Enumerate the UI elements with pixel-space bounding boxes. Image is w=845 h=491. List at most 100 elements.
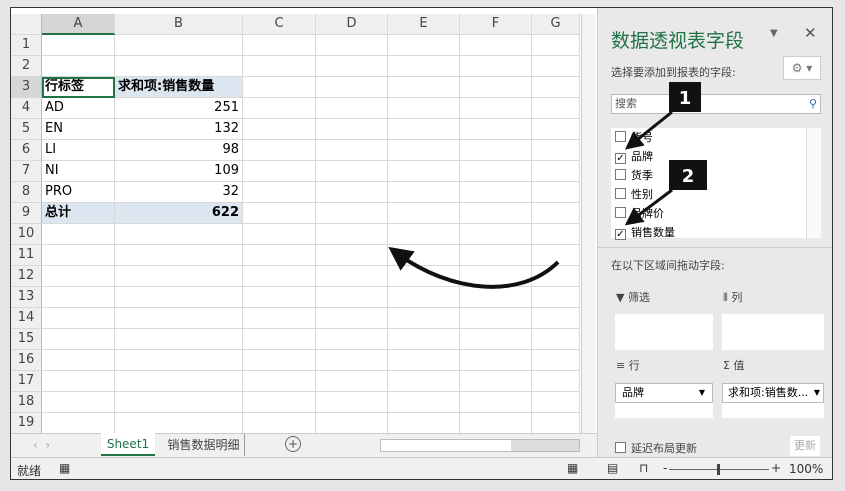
field-item[interactable]: 货号 [611,128,821,147]
cell[interactable] [42,56,115,77]
cell[interactable] [388,329,460,350]
row-header[interactable]: 14 [11,308,42,329]
cell[interactable] [388,140,460,161]
field-item[interactable]: ✓ 销售数量 [611,223,821,242]
cell[interactable] [42,350,115,371]
cell[interactable] [243,371,316,392]
row-header[interactable]: 3 [11,77,42,98]
page-break-icon[interactable]: ⊓ [639,461,648,475]
cell[interactable] [388,287,460,308]
cell[interactable] [388,56,460,77]
cell[interactable] [532,77,580,98]
cell[interactable] [243,98,316,119]
rows-field-pill[interactable]: 品牌 ▼ [615,383,713,403]
cell[interactable] [388,392,460,413]
cell[interactable] [460,35,532,56]
cell[interactable]: 251 [115,98,243,119]
cell[interactable] [243,77,316,98]
cell[interactable] [316,371,388,392]
page-layout-icon[interactable]: ▤ [607,461,618,475]
cell[interactable] [243,266,316,287]
row-header[interactable]: 4 [11,98,42,119]
cell[interactable] [532,98,580,119]
cell[interactable] [316,287,388,308]
cell[interactable] [42,371,115,392]
row-header[interactable]: 18 [11,392,42,413]
cell[interactable]: 32 [115,182,243,203]
cell[interactable] [243,56,316,77]
cell[interactable] [460,203,532,224]
cell[interactable] [316,98,388,119]
column-header-B[interactable]: B [115,14,243,35]
column-header-G[interactable]: G [532,14,580,35]
cell[interactable] [532,182,580,203]
cell[interactable]: PRO [42,182,115,203]
cell[interactable] [243,308,316,329]
cell[interactable] [243,161,316,182]
cell[interactable] [388,77,460,98]
row-header[interactable]: 6 [11,140,42,161]
cell[interactable] [316,392,388,413]
cell[interactable] [243,224,316,245]
cell[interactable] [316,413,388,434]
cell[interactable]: 总计 [42,203,115,224]
gear-tools-button[interactable]: ⚙ ▾ [783,56,821,80]
cell[interactable] [316,224,388,245]
cell[interactable]: 109 [115,161,243,182]
defer-layout-checkbox[interactable]: 延迟布局更新 [615,440,697,456]
cell[interactable] [460,413,532,434]
close-icon[interactable]: ✕ [804,24,817,42]
cell[interactable] [460,98,532,119]
cell[interactable] [460,77,532,98]
cell[interactable] [460,182,532,203]
add-sheet-icon[interactable]: + [285,436,301,452]
cell[interactable] [460,56,532,77]
values-area[interactable]: 求和项:销售数... ▼ [722,383,824,418]
cell[interactable] [532,413,580,434]
columns-area[interactable] [722,314,824,350]
row-header[interactable]: 2 [11,56,42,77]
cell[interactable] [316,266,388,287]
cell[interactable] [532,224,580,245]
cell[interactable] [42,266,115,287]
cell[interactable] [243,119,316,140]
cell[interactable] [388,98,460,119]
column-header-D[interactable]: D [316,14,388,35]
column-header-C[interactable]: C [243,14,316,35]
cell[interactable] [115,287,243,308]
cell[interactable] [532,35,580,56]
cell[interactable] [532,371,580,392]
cell[interactable] [316,329,388,350]
search-input[interactable]: 搜索 ⚲ [611,94,821,114]
cell[interactable] [388,413,460,434]
cell[interactable] [460,161,532,182]
cell[interactable] [460,287,532,308]
cell[interactable] [532,392,580,413]
cell[interactable] [115,350,243,371]
cell[interactable]: NI [42,161,115,182]
cell[interactable] [115,245,243,266]
field-list-scrollbar[interactable] [806,128,821,238]
cell[interactable] [243,203,316,224]
cell[interactable] [388,203,460,224]
cell[interactable] [115,371,243,392]
field-item[interactable]: ✓ 品牌 [611,147,821,166]
vertical-scrollbar[interactable] [581,14,595,434]
cell[interactable] [532,287,580,308]
cell[interactable] [388,119,460,140]
scroll-tabs-icon[interactable]: ‹ › [33,438,50,452]
cell[interactable]: 132 [115,119,243,140]
zoom-slider[interactable] [669,464,769,475]
row-header[interactable]: 7 [11,161,42,182]
cell[interactable] [460,350,532,371]
cell[interactable] [316,350,388,371]
tab-sheet1[interactable]: Sheet1 [101,433,155,456]
cell[interactable] [316,245,388,266]
cell[interactable] [115,56,243,77]
cell[interactable] [115,413,243,434]
cell[interactable] [388,245,460,266]
cell[interactable] [115,35,243,56]
values-field-pill[interactable]: 求和项:销售数... ▼ [722,383,824,403]
cell[interactable]: 622 [115,203,243,224]
row-header[interactable]: 10 [11,224,42,245]
